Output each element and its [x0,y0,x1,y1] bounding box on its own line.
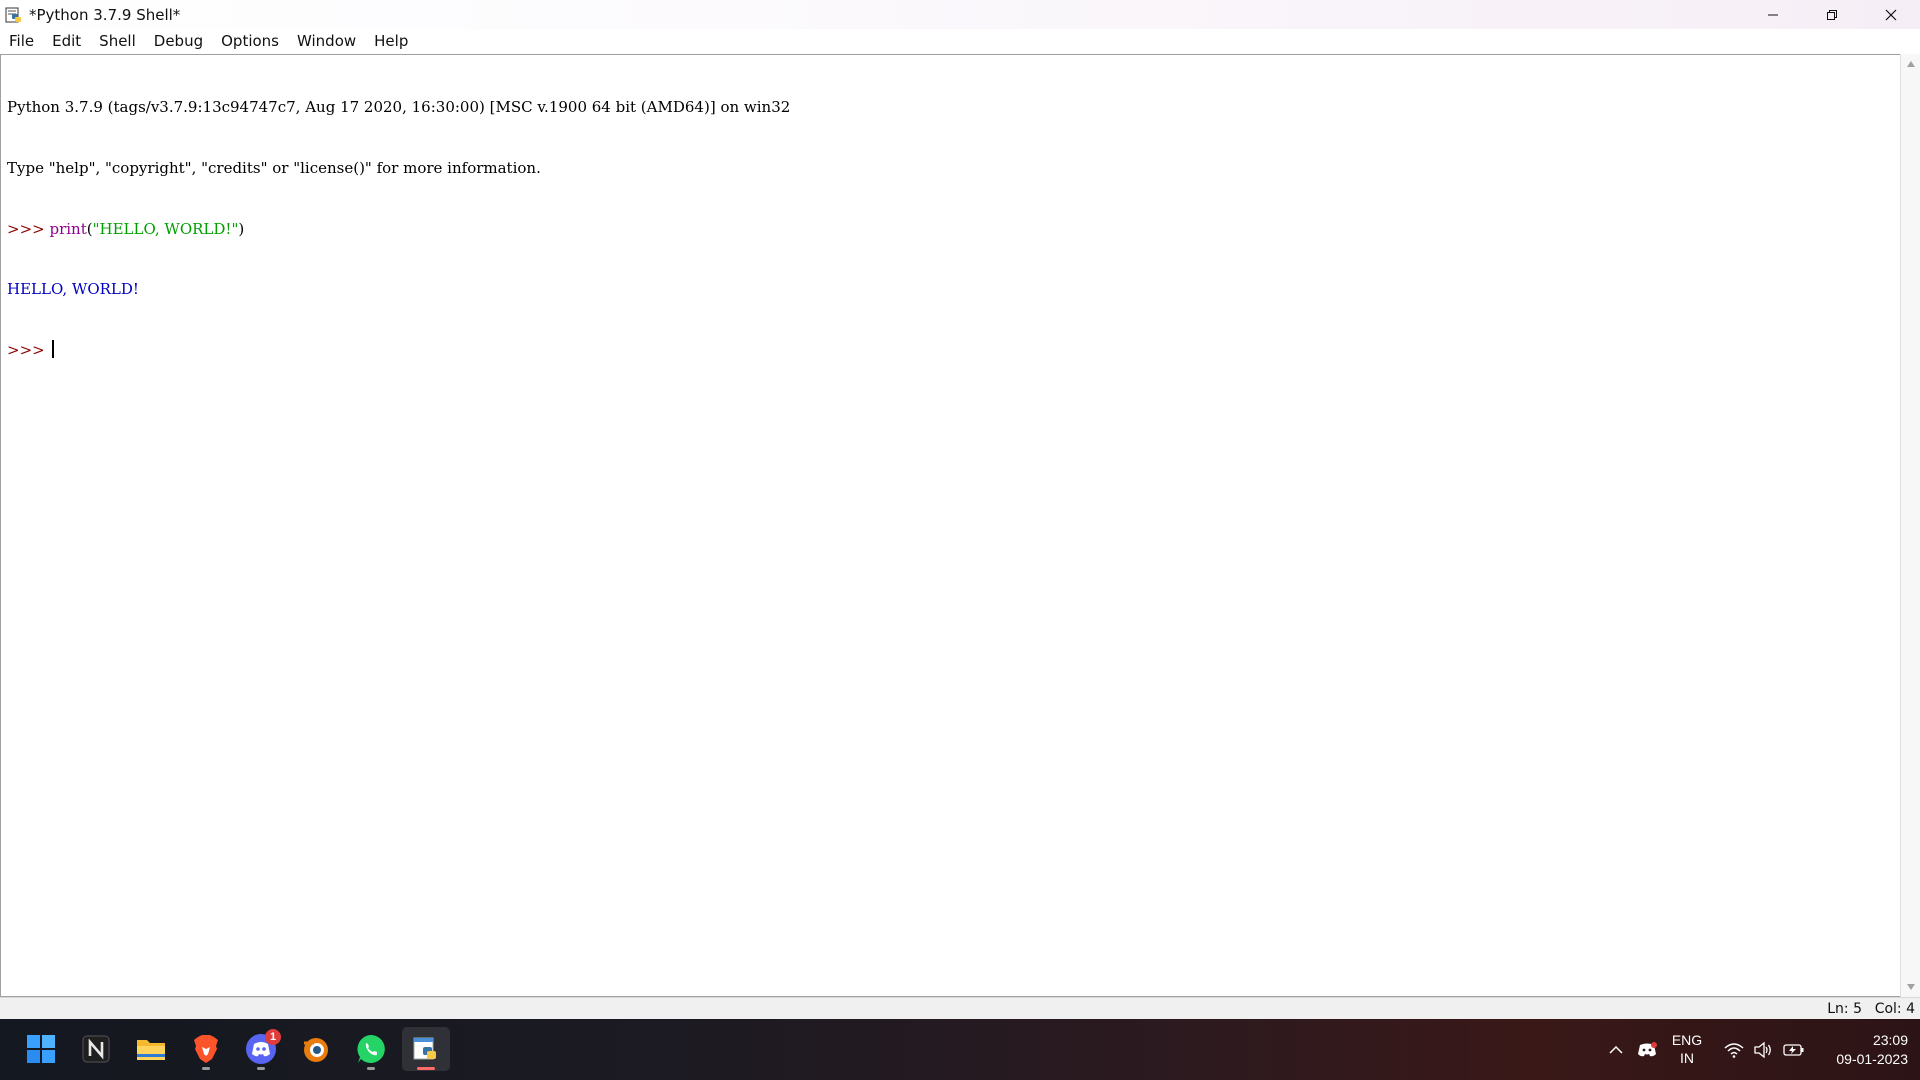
blender-icon [304,1038,328,1062]
clock-time: 23:09 [1872,1032,1908,1048]
current-prompt-line[interactable]: >>> [7,339,790,360]
taskbar-python-idle[interactable] [402,1027,450,1071]
battery-charging-icon [1783,1043,1804,1056]
title-bar: *Python 3.7.9 Shell* [0,0,1920,29]
window-title: *Python 3.7.9 Shell* [29,5,181,24]
shell-prompt: >>> [7,219,50,238]
taskbar-notion[interactable] [72,1027,120,1071]
restore-icon [1826,9,1837,20]
chevron-up-icon [1609,1045,1623,1054]
taskbar: 1 ENG IN 23:09 09-01-2023 [0,1019,1920,1080]
notification-badge: 1 [265,1029,281,1045]
wifi-icon [1724,1042,1744,1058]
volume-control[interactable] [1751,1019,1775,1080]
shell-text-area[interactable]: Python 3.7.9 (tags/v3.7.9:13c94747c7, Au… [0,54,1900,997]
running-indicator [257,1067,265,1070]
windows-logo-icon [27,1035,55,1063]
menu-bar: File Edit Shell Debug Options Window Hel… [0,29,1920,54]
notion-icon [82,1035,110,1063]
system-clock[interactable]: 23:09 09-01-2023 [1812,1031,1908,1069]
battery-status[interactable] [1781,1019,1807,1080]
menu-file[interactable]: File [0,29,43,54]
status-bar: Ln: 5 Col: 4 [0,997,1920,1019]
scroll-up-button[interactable] [1901,54,1920,74]
python-idle-app-icon[interactable] [4,5,24,25]
vertical-scrollbar[interactable] [1900,54,1920,997]
region-code: IN [1680,1050,1694,1066]
close-icon [1885,9,1896,20]
taskbar-file-explorer[interactable] [127,1027,175,1071]
whatsapp-icon [357,1035,385,1063]
active-window-indicator [417,1067,435,1070]
running-indicator [202,1067,210,1070]
output-line: HELLO, WORLD! [7,280,139,299]
builtin-keyword: print [49,219,87,238]
menu-shell[interactable]: Shell [90,29,145,54]
window-controls [1743,0,1920,29]
language-code: ENG [1671,1032,1703,1048]
folder-icon [137,1040,165,1060]
menu-window[interactable]: Window [288,29,365,54]
menu-debug[interactable]: Debug [145,29,212,54]
input-language-indicator[interactable]: ENG IN [1665,1031,1709,1067]
menu-help[interactable]: Help [365,29,417,54]
menu-edit[interactable]: Edit [43,29,90,54]
minimize-icon [1767,14,1778,15]
taskbar-discord[interactable]: 1 [237,1027,285,1071]
input-line: >>> print("HELLO, WORLD!") [7,219,790,239]
shell-prompt: >>> [7,340,50,359]
line-number-status: Ln: 5 [1827,1001,1862,1017]
running-indicator [367,1067,375,1070]
menu-options[interactable]: Options [212,29,288,54]
speaker-icon [1754,1041,1771,1058]
network-status[interactable] [1722,1019,1746,1080]
scroll-down-arrow-icon [1906,984,1915,990]
discord-tray-icon [1638,1041,1657,1056]
python-idle-icon [413,1037,436,1060]
clock-date: 09-01-2023 [1836,1051,1908,1067]
brave-lion-icon [194,1035,218,1063]
banner-line-1: Python 3.7.9 (tags/v3.7.9:13c94747c7, Au… [7,98,791,117]
text-cursor [52,339,55,358]
column-number-status: Col: 4 [1874,1001,1915,1017]
scroll-down-button[interactable] [1901,977,1920,997]
banner-line-2: Type "help", "copyright", "credits" or "… [7,159,541,177]
tray-discord[interactable] [1634,1019,1660,1080]
taskbar-whatsapp[interactable] [347,1027,395,1071]
restore-button[interactable] [1802,0,1861,29]
scroll-up-arrow-icon [1906,61,1915,67]
start-button[interactable] [17,1027,65,1071]
minimize-button[interactable] [1743,0,1802,29]
string-literal: "HELLO, WORLD!" [92,219,239,238]
taskbar-brave[interactable] [182,1027,230,1071]
show-hidden-icons-button[interactable] [1604,1019,1628,1080]
taskbar-blender[interactable] [292,1027,340,1071]
close-button[interactable] [1861,0,1920,29]
shell-content: Python 3.7.9 (tags/v3.7.9:13c94747c7, Au… [7,57,790,400]
close-paren: ) [238,219,245,238]
